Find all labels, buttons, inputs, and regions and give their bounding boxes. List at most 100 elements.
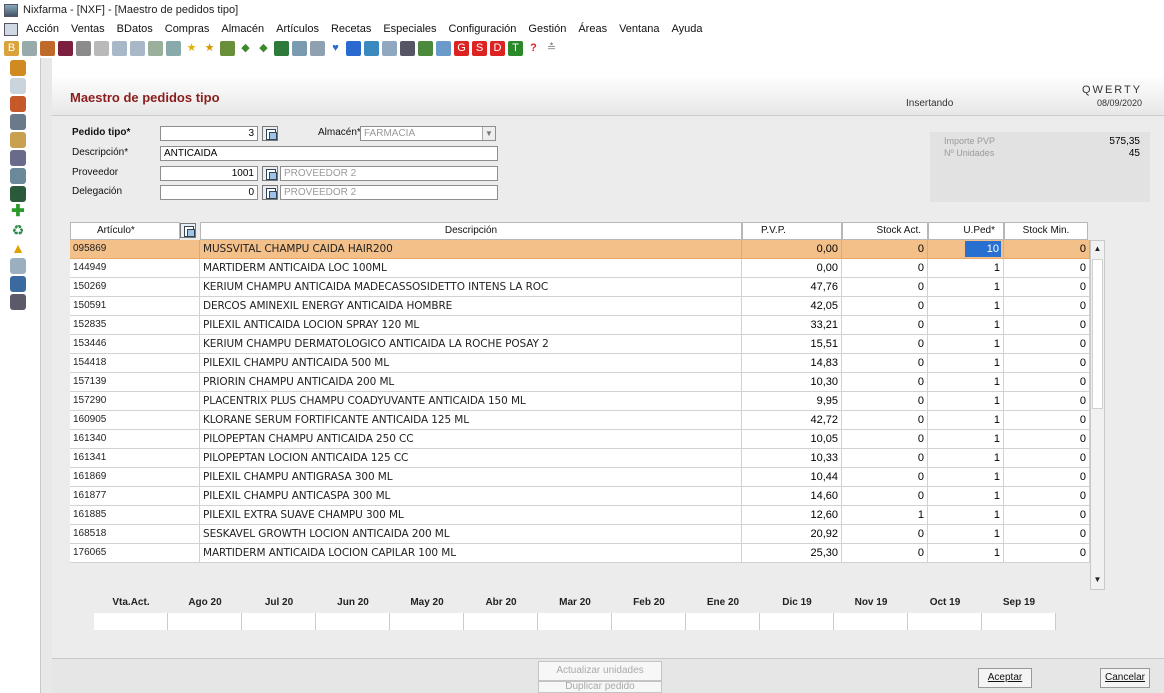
menu-ventana[interactable]: Ventana bbox=[619, 23, 659, 35]
pedido-tipo-lookup-icon[interactable] bbox=[262, 126, 278, 141]
t-green-icon[interactable]: T bbox=[508, 40, 523, 56]
arrow-right-icon[interactable]: ◆ bbox=[256, 41, 271, 56]
star-outline-icon[interactable]: ★ bbox=[202, 41, 217, 56]
cell-uped[interactable]: 1 bbox=[928, 544, 1004, 563]
scale-icon[interactable] bbox=[10, 168, 26, 184]
d-red-icon[interactable]: D bbox=[490, 40, 505, 56]
table-row[interactable]: 157139 PRIORIN CHAMPU ANTICAIDA 200 ML 10,… bbox=[70, 373, 1090, 392]
cell-articulo[interactable]: 150269 bbox=[70, 278, 200, 297]
cell-descripcion[interactable]: PILEXIL CHAMPU ANTICAIDA 500 ML bbox=[200, 354, 742, 373]
cell-articulo[interactable]: 161877 bbox=[70, 487, 200, 506]
truck-icon[interactable] bbox=[220, 40, 235, 56]
transfer-icon[interactable] bbox=[364, 40, 379, 56]
new-doc-icon[interactable] bbox=[22, 40, 37, 56]
cell-stock-min[interactable]: 0 bbox=[1004, 297, 1090, 316]
cell-articulo[interactable]: 157290 bbox=[70, 392, 200, 411]
pedido-tipo-input[interactable]: 3 bbox=[160, 126, 258, 141]
table-row[interactable]: 150591 DERCOS AMINEXIL ENERGY ANTICAIDA H… bbox=[70, 297, 1090, 316]
cell-stock-min[interactable]: 0 bbox=[1004, 468, 1090, 487]
cell-stock-act[interactable]: 0 bbox=[842, 316, 928, 335]
cell-descripcion[interactable]: PLACENTRIX PLUS CHAMPU COADYUVANTE ANTIC… bbox=[200, 392, 742, 411]
cell-descripcion[interactable]: KLORANE SERUM FORTIFICANTE ANTICAIDA 125… bbox=[200, 411, 742, 430]
cell-stock-min[interactable]: 0 bbox=[1004, 487, 1090, 506]
cell-descripcion[interactable]: PILOPEPTAN CHAMPU ANTICAIDA 250 CC bbox=[200, 430, 742, 449]
almacen-select[interactable]: FARMACIA ▼ bbox=[360, 126, 496, 141]
settings-icon[interactable] bbox=[310, 40, 325, 56]
cell-uped[interactable]: 1 bbox=[928, 525, 1004, 544]
cell-uped[interactable]: 1 bbox=[928, 449, 1004, 468]
printer-icon[interactable] bbox=[10, 186, 26, 202]
location-icon[interactable]: ♥ bbox=[328, 41, 343, 56]
chart-line-icon[interactable] bbox=[436, 40, 451, 56]
cell-descripcion[interactable]: PRIORIN CHAMPU ANTICAIDA 200 ML bbox=[200, 373, 742, 392]
cell-stock-act[interactable]: 1 bbox=[842, 506, 928, 525]
cell-pvp[interactable]: 0,00 bbox=[742, 259, 842, 278]
table-row[interactable]: 153446 KERIUM CHAMPU DERMATOLOGICO ANTICA… bbox=[70, 335, 1090, 354]
document-icon[interactable] bbox=[4, 22, 18, 36]
cell-pvp[interactable]: 10,33 bbox=[742, 449, 842, 468]
delegacion-lookup-icon[interactable] bbox=[262, 185, 278, 200]
cell-pvp[interactable]: 10,44 bbox=[742, 468, 842, 487]
grid-scrollbar[interactable]: ▲ ▼ bbox=[1090, 240, 1105, 590]
chart-icon[interactable] bbox=[166, 40, 181, 56]
cell-pvp[interactable]: 12,60 bbox=[742, 506, 842, 525]
col-uped[interactable]: U.Ped* bbox=[928, 222, 1004, 240]
cell-uped[interactable]: 1 bbox=[928, 411, 1004, 430]
binoculars-icon[interactable] bbox=[76, 40, 91, 56]
tools-icon[interactable] bbox=[10, 114, 26, 130]
cell-stock-act[interactable]: 0 bbox=[842, 392, 928, 411]
table-row[interactable]: 154418 PILEXIL CHAMPU ANTICAIDA 500 ML 14,… bbox=[70, 354, 1090, 373]
cell-stock-act[interactable]: 0 bbox=[842, 354, 928, 373]
cash-icon[interactable] bbox=[10, 132, 26, 148]
cell-descripcion[interactable]: PILOPEPTAN LOCION ANTICAIDA 125 CC bbox=[200, 449, 742, 468]
cell-descripcion[interactable]: MARTIDERM ANTICAIDA LOC 100ML bbox=[200, 259, 742, 278]
table-row[interactable]: 095869 MUSSVITAL CHAMPU CAIDA HAIR200 0,00… bbox=[70, 240, 1090, 259]
receive-icon[interactable] bbox=[274, 40, 289, 56]
cell-stock-min[interactable]: 0 bbox=[1004, 449, 1090, 468]
g-red-icon[interactable]: G bbox=[454, 40, 469, 56]
cell-uped[interactable]: 1 bbox=[928, 335, 1004, 354]
articulo-lookup-icon[interactable] bbox=[180, 223, 196, 238]
duplicar-pedido-button[interactable]: Duplicar pedido bbox=[538, 681, 662, 693]
cell-stock-min[interactable]: 0 bbox=[1004, 544, 1090, 563]
people-icon[interactable] bbox=[10, 276, 26, 292]
warning-icon[interactable]: ▲ bbox=[10, 240, 26, 256]
cell-articulo[interactable]: 150591 bbox=[70, 297, 200, 316]
cell-articulo[interactable]: 095869 bbox=[70, 240, 200, 259]
table-icon[interactable] bbox=[148, 40, 163, 56]
cell-pvp[interactable]: 33,21 bbox=[742, 316, 842, 335]
cell-stock-act[interactable]: 0 bbox=[842, 487, 928, 506]
proveedor-code-input[interactable]: 1001 bbox=[160, 166, 258, 181]
col-pvp[interactable]: P.V.P. bbox=[742, 222, 842, 240]
table-row[interactable]: 152835 PILEXIL ANTICAIDA LOCION SPRAY 120… bbox=[70, 316, 1090, 335]
cell-pvp[interactable]: 25,30 bbox=[742, 544, 842, 563]
pen-icon[interactable] bbox=[10, 150, 26, 166]
menu-areas[interactable]: Áreas bbox=[578, 23, 607, 35]
cell-uped[interactable]: 1 bbox=[928, 278, 1004, 297]
cell-uped[interactable]: 1 bbox=[928, 392, 1004, 411]
monitor-icon[interactable] bbox=[418, 40, 433, 56]
menu-almacen[interactable]: Almacén bbox=[221, 23, 264, 35]
cell-descripcion[interactable]: PILEXIL ANTICAIDA LOCION SPRAY 120 ML bbox=[200, 316, 742, 335]
menu-configuracion[interactable]: Configuración bbox=[449, 23, 517, 35]
delegacion-code-input[interactable]: 0 bbox=[160, 185, 258, 200]
menu-accion[interactable]: Acción bbox=[26, 23, 59, 35]
cell-pvp[interactable]: 20,92 bbox=[742, 525, 842, 544]
cell-descripcion[interactable]: DERCOS AMINEXIL ENERGY ANTICAIDA HOMBRE bbox=[200, 297, 742, 316]
cell-stock-act[interactable]: 0 bbox=[842, 335, 928, 354]
cell-pvp[interactable]: 10,05 bbox=[742, 430, 842, 449]
nixfarma-icon[interactable]: B bbox=[4, 40, 19, 56]
cell-pvp[interactable]: 42,05 bbox=[742, 297, 842, 316]
help-icon[interactable]: ? bbox=[526, 41, 541, 56]
register-icon[interactable] bbox=[58, 40, 73, 56]
cell-stock-act[interactable]: 0 bbox=[842, 430, 928, 449]
cell-descripcion[interactable]: KERIUM CHAMPU DERMATOLOGICO ANTICAIDA LA… bbox=[200, 335, 742, 354]
cell-pvp[interactable]: 47,76 bbox=[742, 278, 842, 297]
print-icon[interactable] bbox=[292, 40, 307, 56]
cell-stock-min[interactable]: 0 bbox=[1004, 316, 1090, 335]
cell-pvp[interactable]: 9,95 bbox=[742, 392, 842, 411]
customers-icon[interactable] bbox=[40, 40, 55, 56]
aceptar-button[interactable]: Aceptar bbox=[978, 668, 1032, 688]
cell-stock-act[interactable]: 0 bbox=[842, 259, 928, 278]
warehouse-icon[interactable] bbox=[10, 60, 26, 76]
